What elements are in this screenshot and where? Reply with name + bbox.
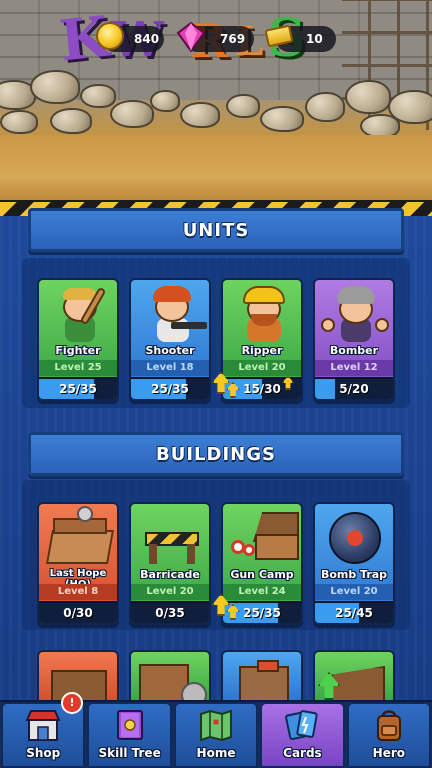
gem-icon	[176, 22, 206, 52]
coin-counter[interactable]: 840	[96, 22, 164, 52]
map-icon	[200, 709, 233, 742]
nav-skill-tree-label: Skill Tree	[98, 746, 161, 760]
building-progress: 25/45	[315, 601, 393, 623]
building-level: Level 20	[131, 584, 209, 600]
buildings-header: BUILDINGS	[28, 432, 404, 476]
unit-card-bomber[interactable]: Bomber Level 12 5/20	[313, 278, 395, 401]
building-name: Gun Camp	[230, 568, 294, 581]
building-card-bomb-trap[interactable]: Bomb Trap Level 20 25/45	[313, 502, 395, 625]
unit-card-fighter[interactable]: Fighter Level 25 25/35	[37, 278, 119, 401]
progress-text: 0/30	[63, 606, 93, 620]
units-header: UNITS	[28, 208, 404, 252]
building-card-last-hope[interactable]: Last Hope (HQ) Level 8 0/30	[37, 502, 119, 625]
progress-text: 0/35	[155, 606, 185, 620]
buildings-title: BUILDINGS	[156, 443, 276, 465]
nav-home-label: Home	[196, 746, 236, 760]
bomber-portrait	[315, 280, 393, 344]
dirt-ground	[0, 135, 432, 205]
building-progress: 0/30	[39, 601, 117, 623]
progress-text: 25/45	[335, 606, 373, 620]
nav-home[interactable]: Home	[173, 702, 259, 768]
nav-cards[interactable]: Cards	[260, 702, 345, 768]
building-level: Level 20	[315, 584, 393, 600]
units-title: UNITS	[182, 219, 250, 241]
building-name: Barricade	[140, 568, 200, 581]
rock-pile	[0, 70, 432, 140]
nav-shop-label: Shop	[26, 746, 61, 760]
bomb-trap-image	[315, 504, 393, 568]
building-progress: 0/35	[131, 601, 209, 623]
barricade-image	[131, 504, 209, 568]
unit-name: Shooter	[145, 344, 195, 357]
unit-card-shooter[interactable]: Shooter Level 18 25/35	[129, 278, 211, 401]
unit-name: Fighter	[55, 344, 101, 357]
unit-name: Bomber	[329, 344, 379, 357]
unit-progress: 25/35	[131, 377, 209, 399]
cards-icon	[285, 710, 319, 741]
nav-cards-label: Cards	[283, 746, 322, 760]
building-card-barricade[interactable]: Barricade Level 20 0/35	[129, 502, 211, 625]
unit-progress: 5/20	[315, 377, 393, 399]
gun-camp-image	[223, 504, 301, 568]
gem-amount: 769	[220, 32, 246, 46]
book-icon	[116, 710, 143, 740]
progress-text: 25/35	[59, 382, 97, 396]
unit-level: Level 18	[131, 360, 209, 376]
cash-amount: 10	[306, 32, 323, 46]
building-name: Bomb Trap	[320, 568, 388, 581]
building-level: Level 24	[223, 584, 301, 600]
fighter-portrait	[39, 280, 117, 344]
cash-counter[interactable]: 10	[264, 24, 336, 52]
coin-amount: 840	[134, 32, 160, 46]
nav-skill-tree[interactable]: Skill Tree	[87, 702, 172, 768]
nav-shop[interactable]: ! Shop	[1, 692, 86, 768]
unit-level: Level 25	[39, 360, 117, 376]
coin-icon	[96, 22, 124, 50]
shop-icon	[25, 710, 61, 741]
unit-progress: 25/35	[39, 377, 117, 399]
progress-text: 25/35	[151, 382, 189, 396]
unit-level: Level 12	[315, 360, 393, 376]
ripper-portrait	[223, 280, 301, 344]
unit-level: Level 20	[223, 360, 301, 376]
nav-hero-label: Hero	[372, 746, 405, 760]
backpack-icon	[376, 710, 401, 741]
shop-notification-badge: !	[61, 692, 83, 714]
last-hope-image	[39, 504, 117, 568]
building-level: Level 8	[39, 584, 117, 600]
unit-name: Ripper	[241, 344, 283, 357]
nav-hero[interactable]: Hero	[346, 702, 432, 768]
cash-icon	[264, 24, 294, 48]
shooter-portrait	[131, 280, 209, 344]
bottom-navigation: ! Shop Skill Tree Home Cards Hero	[0, 692, 432, 768]
progress-text: 5/20	[339, 382, 369, 396]
gem-counter[interactable]: 769	[176, 22, 254, 52]
